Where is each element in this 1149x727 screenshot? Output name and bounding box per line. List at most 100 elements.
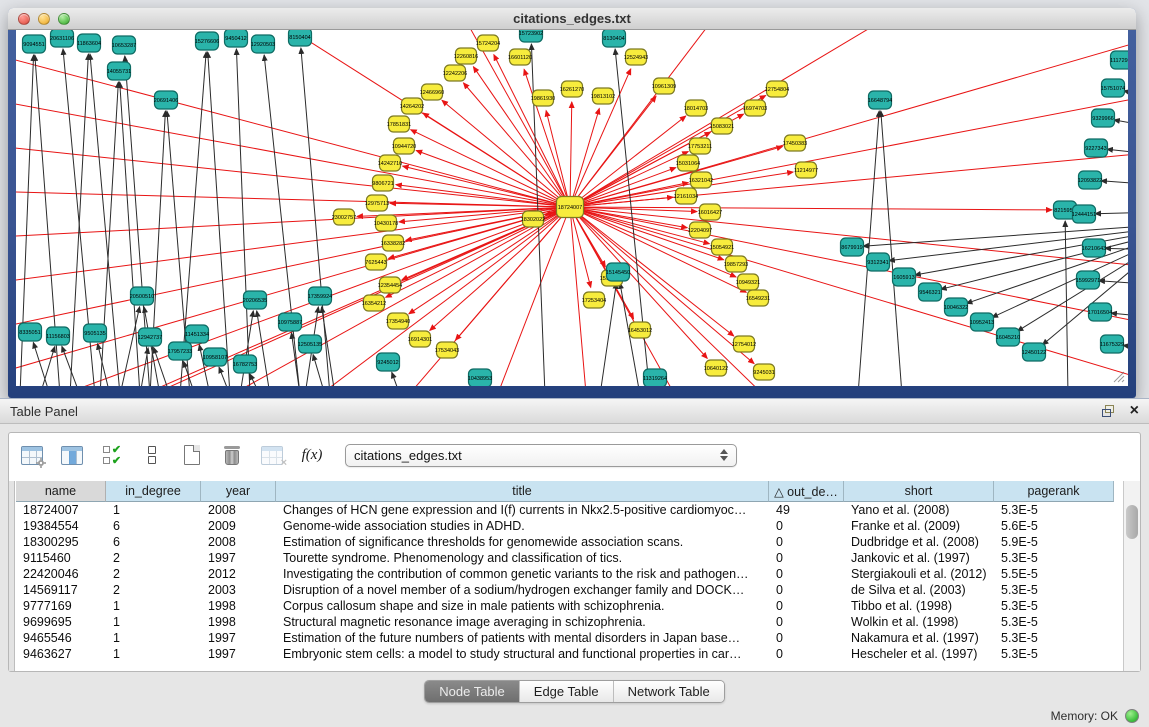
graph-node[interactable]: 12161034 xyxy=(674,188,698,204)
graph-node[interactable]: 19861930 xyxy=(531,90,555,106)
table-cell-title[interactable]: Corpus callosum shape and size in male p… xyxy=(276,598,769,614)
graph-node[interactable]: 17450383 xyxy=(783,135,807,151)
table-row[interactable]: 911546021997Tourette syndrome. Phenomeno… xyxy=(16,550,1122,566)
table-cell-year[interactable]: 2008 xyxy=(201,534,276,550)
window-titlebar[interactable]: citations_edges.txt xyxy=(8,8,1136,30)
table-cell-name[interactable]: 9465546 xyxy=(16,630,106,646)
select-rows-button[interactable]: ✔ ✔ xyxy=(99,442,125,468)
graph-node[interactable]: 11451334 xyxy=(185,325,209,343)
graph-node[interactable]: 12242206 xyxy=(443,65,467,81)
table-cell-out_degree[interactable]: 0 xyxy=(769,534,844,550)
table-cell-pagerank[interactable]: 5.3E-5 xyxy=(994,550,1114,566)
table-scrollbar[interactable] xyxy=(1123,481,1140,671)
graph-node[interactable]: 12354454 xyxy=(378,277,402,293)
graph-node[interactable]: 12975713 xyxy=(365,195,389,211)
graph-node[interactable]: 12444151 xyxy=(1072,205,1096,223)
table-cell-short[interactable]: Dudbridge et al. (2008) xyxy=(844,534,994,550)
table-cell-pagerank[interactable]: 5.3E-5 xyxy=(994,630,1114,646)
table-cell-title[interactable]: Changes of HCN gene expression and I(f) … xyxy=(276,502,769,518)
graph-node[interactable]: 10958107 xyxy=(203,348,227,366)
graph-node[interactable]: 15145450 xyxy=(606,263,630,281)
scrollbar-thumb[interactable] xyxy=(1126,505,1138,539)
graph-node[interactable]: 12466960 xyxy=(420,84,444,100)
memory-status-indicator[interactable] xyxy=(1125,709,1139,723)
table-cell-out_degree[interactable]: 49 xyxy=(769,502,844,518)
table-cell-short[interactable]: de Silva et al. (2003) xyxy=(844,582,994,598)
table-row[interactable]: 946362711997Embryonic stem cells: a mode… xyxy=(16,646,1122,662)
graph-node[interactable]: 10438953 xyxy=(468,369,492,386)
table-cell-in_degree[interactable]: 1 xyxy=(106,646,201,662)
graph-node[interactable]: 11319264 xyxy=(643,369,667,386)
graph-node[interactable]: 11214977 xyxy=(794,162,818,178)
graph-node[interactable]: 18302022 xyxy=(521,211,545,227)
graph-node[interactable]: 12260816 xyxy=(454,48,478,64)
column-header-in_degree[interactable]: in_degree xyxy=(106,481,201,502)
column-header-name[interactable]: name xyxy=(16,481,106,502)
column-header-year[interactable]: year xyxy=(201,481,276,502)
table-cell-pagerank[interactable]: 5.3E-5 xyxy=(994,646,1114,662)
graph-node[interactable]: 14264202 xyxy=(400,98,424,114)
graph-node[interactable]: 20500510 xyxy=(130,287,154,305)
graph-node[interactable]: 20631106 xyxy=(50,30,74,47)
table-cell-year[interactable]: 1998 xyxy=(201,598,276,614)
graph-node[interactable]: 8679919 xyxy=(841,238,864,256)
table-cell-in_degree[interactable]: 2 xyxy=(106,566,201,582)
table-cell-pagerank[interactable]: 5.3E-5 xyxy=(994,614,1114,630)
graph-node[interactable]: 12754012 xyxy=(732,336,756,352)
graph-node[interactable]: 9546321 xyxy=(919,283,942,301)
table-cell-title[interactable]: Tourette syndrome. Phenomenology and cla… xyxy=(276,550,769,566)
graph-node[interactable]: 12524943 xyxy=(624,49,648,65)
graph-node[interactable]: 14055731 xyxy=(107,62,131,80)
table-cell-short[interactable]: Wolkin et al. (1998) xyxy=(844,614,994,630)
table-cell-in_degree[interactable]: 6 xyxy=(106,534,201,550)
table-cell-name[interactable]: 9463627 xyxy=(16,646,106,662)
graph-node[interactable]: 8130404 xyxy=(603,30,626,47)
graph-node[interactable]: 17016504 xyxy=(1088,303,1112,321)
table-cell-in_degree[interactable]: 1 xyxy=(106,630,201,646)
table-cell-in_degree[interactable]: 1 xyxy=(106,614,201,630)
graph-node[interactable]: 1605913 xyxy=(893,268,916,286)
graph-node[interactable]: 9450412 xyxy=(225,30,248,47)
graph-node[interactable]: 10975887 xyxy=(278,313,302,331)
graph-node[interactable]: 16648794 xyxy=(868,91,892,109)
graph-node[interactable]: 16914301 xyxy=(408,331,432,347)
column-header-pagerank[interactable]: pagerank xyxy=(994,481,1114,502)
graph-node[interactable]: 16549231 xyxy=(746,290,770,306)
graph-node[interactable]: 10430178 xyxy=(374,215,398,231)
graph-node[interactable]: 17534043 xyxy=(435,342,459,358)
table-select-dropdown[interactable]: citations_edges.txt xyxy=(345,444,737,467)
graph-node[interactable]: 17753211 xyxy=(688,138,712,154)
graph-node[interactable]: 16338282 xyxy=(381,235,405,251)
table-cell-title[interactable]: Estimation of the future numbers of pati… xyxy=(276,630,769,646)
select-columns-button[interactable] xyxy=(59,442,85,468)
graph-node[interactable]: 12505135 xyxy=(298,335,322,353)
table-cell-short[interactable]: Nakamura et al. (1997) xyxy=(844,630,994,646)
table-cell-name[interactable]: 14569117 xyxy=(16,582,106,598)
column-settings-button[interactable] xyxy=(19,442,45,468)
graph-node[interactable]: 20691406 xyxy=(154,91,178,109)
table-row[interactable]: 1830029562008Estimation of significance … xyxy=(16,534,1122,550)
column-header-out_degree[interactable]: △ out_de… xyxy=(769,481,844,502)
tab-node-table[interactable]: Node Table xyxy=(425,681,520,702)
table-row[interactable]: 969969511998Structural magnetic resonanc… xyxy=(16,614,1122,630)
table-cell-out_degree[interactable]: 0 xyxy=(769,518,844,534)
table-cell-title[interactable]: Estimation of significance thresholds fo… xyxy=(276,534,769,550)
table-row[interactable]: 946554611997Estimation of the future num… xyxy=(16,630,1122,646)
table-row[interactable]: 1938455462009Genome-wide association stu… xyxy=(16,518,1122,534)
graph-node[interactable]: 15031064 xyxy=(676,155,700,171)
table-cell-out_degree[interactable]: 0 xyxy=(769,630,844,646)
graph-node[interactable]: 14242710 xyxy=(378,155,402,171)
graph-node[interactable]: 11156803 xyxy=(46,327,70,345)
table-cell-in_degree[interactable]: 2 xyxy=(106,582,201,598)
graph-node[interactable]: 8150404 xyxy=(289,30,312,46)
table-cell-out_degree[interactable]: 0 xyxy=(769,598,844,614)
table-cell-pagerank[interactable]: 5.9E-5 xyxy=(994,534,1114,550)
table-cell-pagerank[interactable]: 5.3E-5 xyxy=(994,598,1114,614)
table-cell-out_degree[interactable]: 0 xyxy=(769,582,844,598)
table-cell-title[interactable]: Embryonic stem cells: a model to study s… xyxy=(276,646,769,662)
table-cell-year[interactable]: 2012 xyxy=(201,566,276,582)
table-cell-name[interactable]: 22420046 xyxy=(16,566,106,582)
graph-node[interactable]: 20206535 xyxy=(243,291,267,309)
table-row[interactable]: 1872400712008Changes of HCN gene express… xyxy=(16,502,1122,518)
graph-node[interactable]: 15723902 xyxy=(519,30,543,42)
